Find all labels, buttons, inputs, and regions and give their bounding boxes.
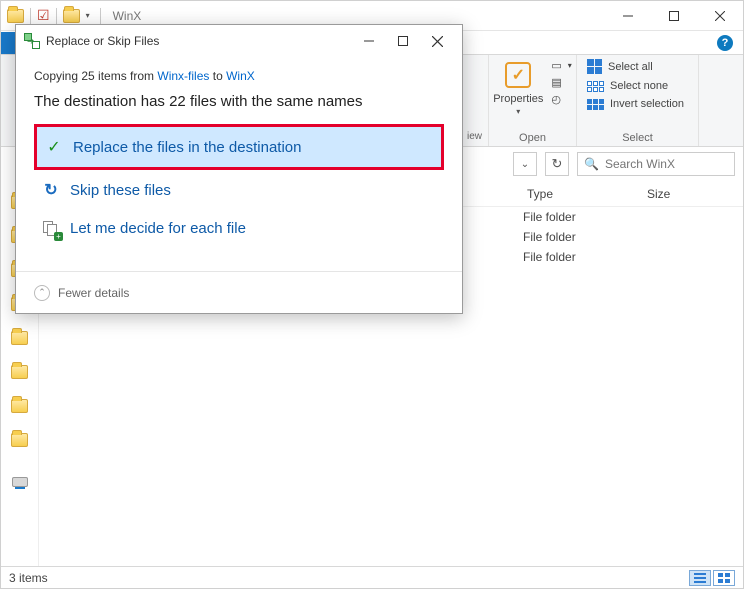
option-decide[interactable]: + Let me decide for each file <box>34 210 444 247</box>
help-icon[interactable]: ? <box>717 35 733 51</box>
folder-icon[interactable] <box>63 9 80 23</box>
quick-access-toolbar: ☑ ▾ <box>1 7 105 24</box>
invert-selection-icon <box>587 99 604 110</box>
properties-button[interactable]: ✓ Properties ▾ <box>493 59 543 116</box>
maximize-icon <box>398 36 408 46</box>
chevron-up-icon[interactable]: ⌃ <box>34 285 50 301</box>
invert-selection-button[interactable]: Invert selection <box>587 98 684 110</box>
compare-icon: + <box>42 221 60 237</box>
separator <box>30 8 31 24</box>
search-icon: 🔍 <box>584 157 599 171</box>
copy-prefix: Copying 25 items from <box>34 69 157 83</box>
edit-item[interactable]: ▤ <box>551 76 571 89</box>
check-icon: ✓ <box>45 137 63 157</box>
item-count: 3 items <box>9 571 48 585</box>
minimize-icon <box>364 36 374 46</box>
search-box[interactable]: 🔍 <box>577 152 735 176</box>
copy-icon: ➔ <box>24 33 40 49</box>
history-item[interactable]: ◴ <box>551 93 571 106</box>
stub-label: iew <box>467 131 482 142</box>
maximize-button[interactable] <box>651 1 697 31</box>
separator <box>100 8 101 24</box>
fewer-details-link[interactable]: Fewer details <box>58 286 129 300</box>
separator <box>56 8 57 24</box>
window-controls <box>605 1 743 31</box>
column-type[interactable]: Type <box>523 187 643 201</box>
folder-icon[interactable] <box>11 399 28 413</box>
open-icon: ▭ <box>551 59 561 72</box>
group-label: Select <box>622 132 653 144</box>
minimize-icon <box>623 11 633 21</box>
copy-status-line: Copying 25 items from Winx-files to WinX <box>34 69 444 83</box>
ribbon-group-select: Select all Select none Invert selection … <box>577 55 699 146</box>
cell-type: File folder <box>523 210 643 224</box>
dialog-body: Copying 25 items from Winx-files to WinX… <box>16 57 462 247</box>
edit-icon: ▤ <box>551 76 561 89</box>
cell-type: File folder <box>523 250 643 264</box>
copy-dest-link[interactable]: WinX <box>226 69 255 83</box>
select-none-icon <box>587 81 604 92</box>
conflict-heading: The destination has 22 files with the sa… <box>34 93 444 110</box>
select-all-button[interactable]: Select all <box>587 59 684 74</box>
select-all-label: Select all <box>608 61 653 73</box>
option-skip-label: Skip these files <box>70 182 171 199</box>
view-toggles <box>689 570 735 586</box>
replace-or-skip-dialog: ➔ Replace or Skip Files Copying 25 items… <box>15 24 463 314</box>
close-icon <box>432 36 443 47</box>
folder-icon[interactable] <box>11 331 28 345</box>
open-item[interactable]: ▭▾ <box>551 59 571 72</box>
close-button[interactable] <box>697 1 743 31</box>
checkbox-icon[interactable]: ☑ <box>37 7 50 24</box>
dialog-title-bar[interactable]: ➔ Replace or Skip Files <box>16 25 462 57</box>
thumbnails-view-icon <box>718 573 730 583</box>
select-none-label: Select none <box>610 80 668 92</box>
thumbnails-view-button[interactable] <box>713 570 735 586</box>
open-submenu: ▭▾ ▤ ◴ <box>551 59 571 106</box>
search-input[interactable] <box>605 157 728 171</box>
minimize-button[interactable] <box>605 1 651 31</box>
folder-icon[interactable] <box>11 365 28 379</box>
option-decide-label: Let me decide for each file <box>70 220 246 237</box>
dialog-minimize-button[interactable] <box>352 29 386 53</box>
option-replace[interactable]: ✓ Replace the files in the destination <box>34 124 444 170</box>
dialog-footer: ⌃ Fewer details <box>16 271 462 313</box>
select-none-button[interactable]: Select none <box>587 80 684 92</box>
folder-icon <box>7 9 24 23</box>
chevron-down-icon[interactable]: ▾ <box>86 11 90 20</box>
properties-icon: ✓ <box>505 62 531 88</box>
window-title: WinX <box>113 9 142 23</box>
close-icon <box>715 11 725 21</box>
option-skip[interactable]: ↻ Skip these files <box>34 170 444 210</box>
dialog-maximize-button[interactable] <box>386 29 420 53</box>
properties-label: Properties <box>493 93 543 105</box>
chevron-down-icon[interactable]: ▾ <box>516 107 520 116</box>
column-size[interactable]: Size <box>643 187 743 201</box>
group-label: Open <box>519 132 546 144</box>
details-view-button[interactable] <box>689 570 711 586</box>
copy-mid: to <box>209 69 226 83</box>
option-replace-label: Replace the files in the destination <box>73 139 301 156</box>
select-all-icon <box>587 59 602 74</box>
dialog-title: Replace or Skip Files <box>46 34 159 48</box>
invert-selection-label: Invert selection <box>610 98 684 110</box>
refresh-button[interactable]: ↻ <box>545 152 569 176</box>
chevron-down-icon: ⌄ <box>521 159 529 170</box>
drive-icon[interactable] <box>12 477 28 487</box>
skip-icon: ↻ <box>42 180 60 200</box>
maximize-icon <box>669 11 679 21</box>
ribbon-group-open: ✓ Properties ▾ ▭▾ ▤ ◴ Open <box>489 55 577 146</box>
status-bar: 3 items <box>1 566 743 588</box>
details-view-icon <box>694 573 706 583</box>
cell-type: File folder <box>523 230 643 244</box>
refresh-icon: ↻ <box>552 156 563 172</box>
history-icon: ◴ <box>551 93 561 106</box>
address-dropdown-button[interactable]: ⌄ <box>513 152 537 176</box>
copy-source-link[interactable]: Winx-files <box>157 69 209 83</box>
folder-icon[interactable] <box>11 433 28 447</box>
dialog-close-button[interactable] <box>420 29 454 53</box>
